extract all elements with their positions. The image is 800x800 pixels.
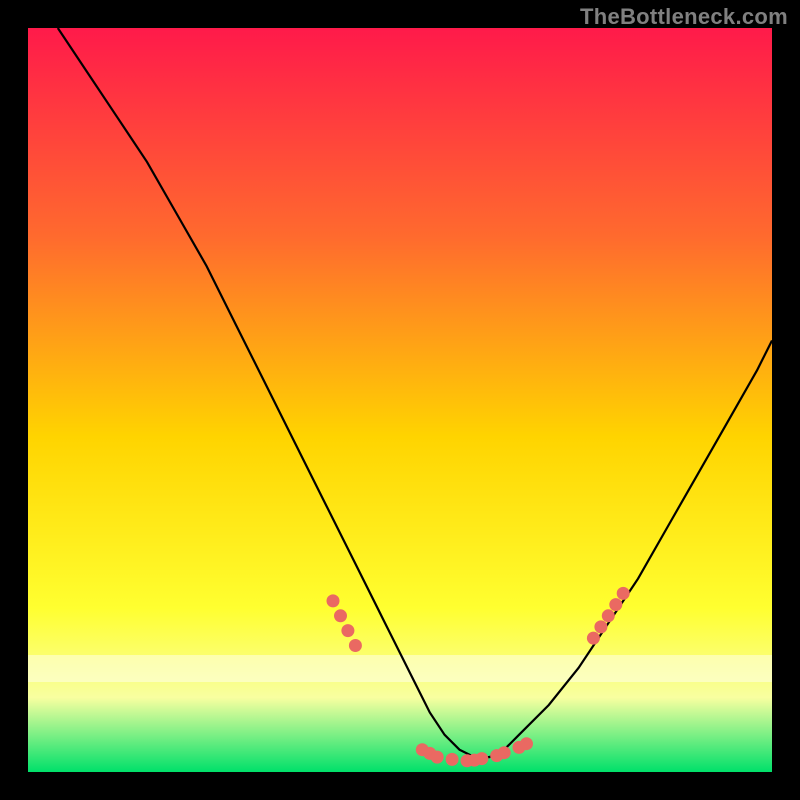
curve-marker: [431, 751, 444, 764]
curve-marker: [602, 609, 615, 622]
highlight-band: [28, 655, 772, 682]
curve-marker: [594, 620, 607, 633]
curve-marker: [349, 639, 362, 652]
curve-marker: [520, 737, 533, 750]
curve-marker: [498, 746, 511, 759]
watermark-text: TheBottleneck.com: [580, 4, 788, 30]
curve-marker: [609, 598, 622, 611]
curve-marker: [446, 753, 459, 766]
curve-marker: [475, 752, 488, 765]
plot-area: [28, 28, 772, 772]
curve-marker: [587, 632, 600, 645]
chart-svg: [28, 28, 772, 772]
chart-frame: TheBottleneck.com: [0, 0, 800, 800]
curve-marker: [341, 624, 354, 637]
curve-marker: [334, 609, 347, 622]
curve-marker: [617, 587, 630, 600]
curve-marker: [327, 594, 340, 607]
